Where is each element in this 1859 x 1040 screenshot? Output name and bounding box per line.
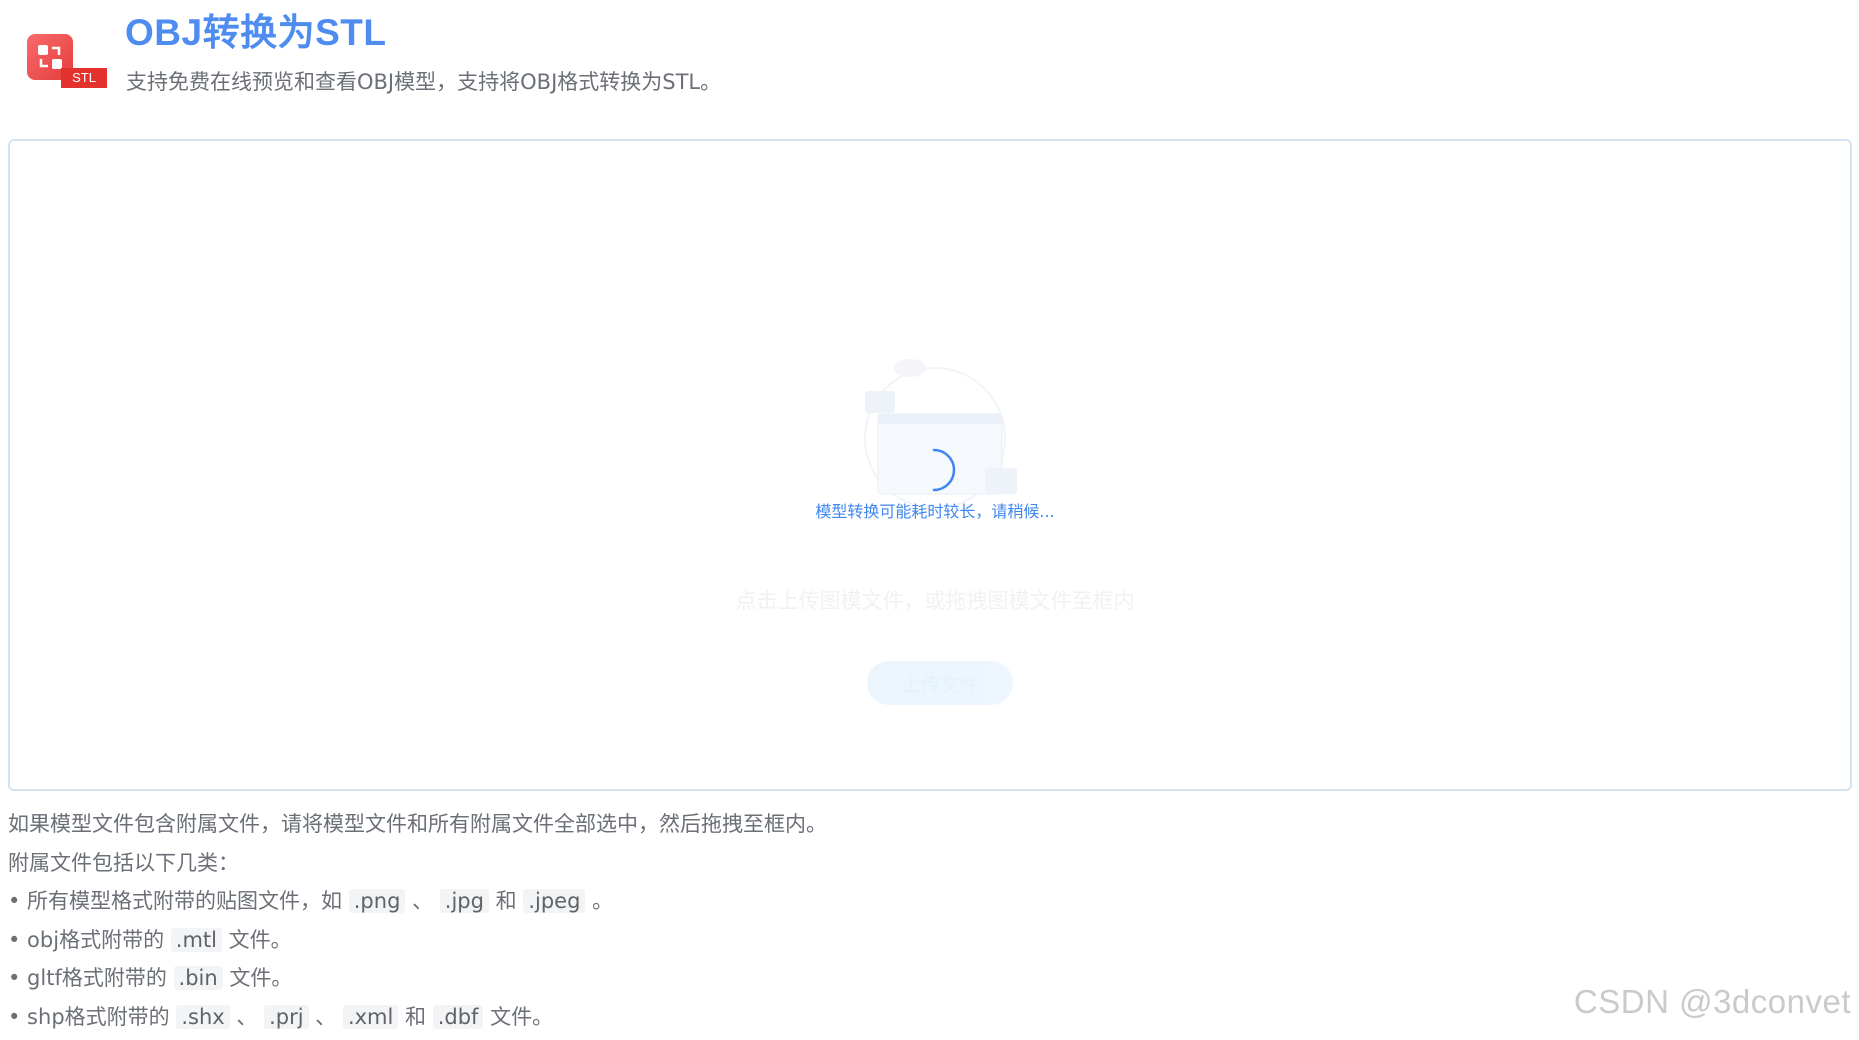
page-subtitle: 支持免费在线预览和查看OBJ模型，支持将OBJ格式转换为STL。	[126, 70, 722, 94]
note-intro: 如果模型文件包含附属文件，请将模型文件和所有附属文件全部选中，然后拖拽至框内。	[8, 812, 827, 836]
page-title: OBJ转换为STL	[125, 12, 387, 53]
ext-code: .mtl	[170, 927, 222, 952]
attachment-notes: 如果模型文件包含附属文件，请将模型文件和所有附属文件全部选中，然后拖拽至框内。 …	[8, 805, 1308, 1036]
ext-code: .xml	[342, 1004, 399, 1029]
ext-code: .png	[348, 889, 406, 913]
page-header: STL OBJ转换为STL 支持免费在线预览和查看OBJ模型，支持将OBJ格式转…	[0, 0, 1859, 120]
ext-code: .bin	[173, 966, 223, 990]
upload-file-button[interactable]: 上传文件	[867, 661, 1013, 705]
csdn-watermark: CSDN @3dconvet	[1573, 983, 1851, 1020]
note-item-gltf: • gltf格式附带的 .bin 文件。	[8, 966, 293, 990]
upload-hint: 点击上传图模文件，或拖拽图模文件至框内	[735, 589, 1135, 613]
app-logo-icon: STL	[27, 34, 107, 94]
note-item-obj: • obj格式附带的 .mtl 文件。	[8, 927, 292, 952]
loading-spinner-icon	[932, 448, 956, 492]
ext-code: .shx	[176, 1004, 230, 1029]
note-item-textures: • 所有模型格式附带的贴图文件，如 .png 、 .jpg 和 .jpeg 。	[8, 889, 614, 913]
loading-message: 模型转换可能耗时较长，请稍候...	[815, 502, 1055, 521]
note-item-shp: • shp格式附带的 .shx 、 .prj 、 .xml 和 .dbf 文件。	[8, 1004, 554, 1029]
ext-code: .jpeg	[523, 889, 586, 913]
logo-format-tag: STL	[61, 68, 107, 88]
ext-code: .dbf	[432, 1004, 484, 1029]
upload-dropzone[interactable]: 模型转换可能耗时较长，请稍候... 点击上传图模文件，或拖拽图模文件至框内 上传…	[8, 139, 1852, 791]
note-categories-heading: 附属文件包括以下几类：	[8, 850, 239, 875]
ext-code: .prj	[264, 1004, 309, 1029]
ext-code: .jpg	[439, 889, 489, 913]
